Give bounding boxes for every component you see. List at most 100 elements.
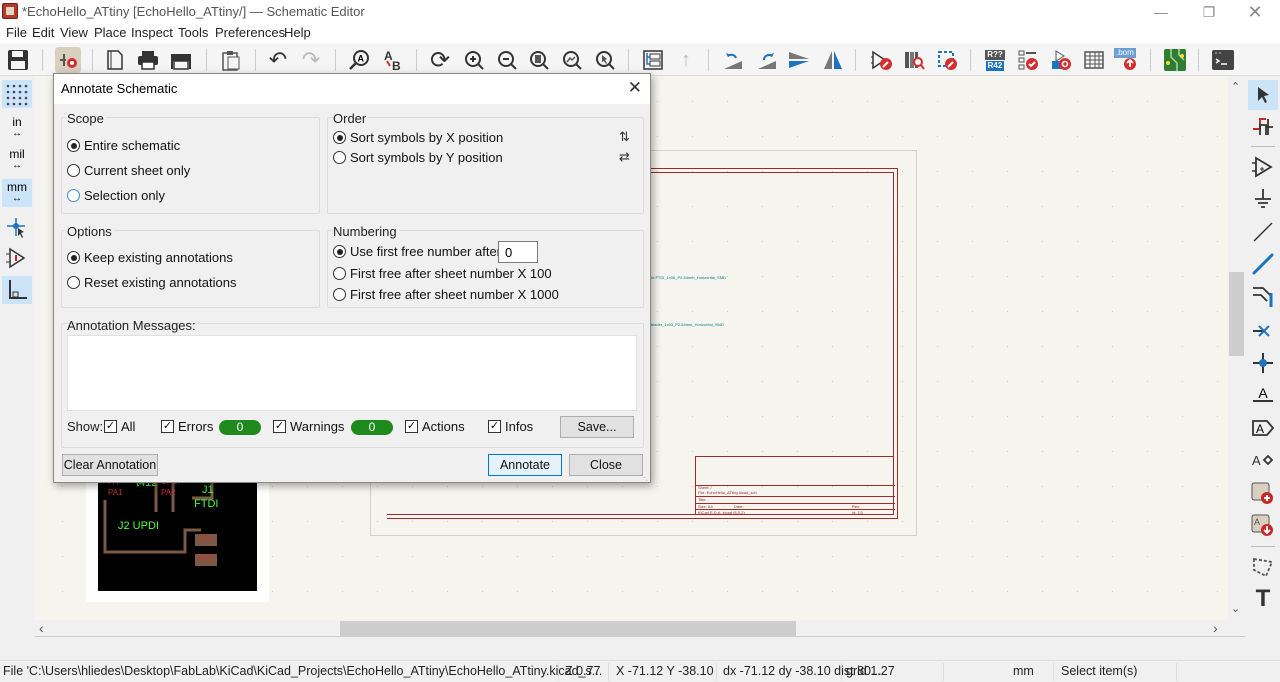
select-tool-icon[interactable] [1248,80,1278,110]
zoom-selection-icon[interactable] [592,47,618,73]
no-connect-icon[interactable] [1248,316,1278,346]
find-icon[interactable]: A [346,47,372,73]
zoom-in-icon[interactable] [461,47,487,73]
close-button[interactable]: Close [569,454,643,476]
sheet-x100-radio[interactable]: First free after sheet number X 100 [333,266,552,281]
import-sheet-pin-icon[interactable]: A [1248,511,1278,541]
symbol-editor-icon[interactable] [868,47,894,73]
footprint-assign-icon[interactable] [934,47,960,73]
scope-entire-schematic-radio[interactable]: Entire schematic [67,138,180,153]
undo-icon[interactable]: ↶ [265,47,291,73]
add-bus-icon[interactable] [1248,249,1278,279]
add-junction-icon[interactable] [1248,348,1278,378]
rotate-ccw-icon[interactable] [720,47,746,73]
clear-annotation-button[interactable]: Clear Annotation [62,454,158,476]
menu-inspect[interactable]: Inspect [131,25,173,40]
units-inch-icon[interactable]: in ↔ [2,114,32,142]
sheet-x1000-radio[interactable]: First free after sheet number X 1000 [333,287,559,302]
minimize-icon[interactable]: — [1138,2,1184,22]
menu-tools[interactable]: Tools [178,25,208,40]
mirror-horizontal-icon[interactable] [820,47,846,73]
paste-icon[interactable] [218,47,244,73]
full-crosshair-icon[interactable] [2,214,32,242]
add-wire-icon[interactable] [1248,217,1278,247]
page-settings-icon[interactable] [102,47,128,73]
pcb-preview-image[interactable]: PA7 PA1 t412 UPDI PA2 J1 FTDI J2 UPDI Rx… [86,474,269,602]
find-replace-icon[interactable]: AB [380,47,406,73]
pcb-editor-icon[interactable] [1162,47,1188,73]
zoom-out-icon[interactable] [494,47,520,73]
bus-entry-icon[interactable] [1248,282,1278,312]
menu-view[interactable]: View [60,25,88,40]
scope-selection-only-radio[interactable]: Selection only [67,188,165,203]
hidden-pins-icon[interactable] [2,244,32,272]
show-warnings-checkbox[interactable]: ✓ Warnings [273,419,344,434]
show-all-checkbox[interactable]: ✓ All [104,419,135,434]
units-mil-icon[interactable]: mil ↔ [2,146,32,174]
show-infos-checkbox[interactable]: ✓ Infos [488,419,533,434]
erc-icon[interactable] [1015,47,1041,73]
resize-grip-icon[interactable]: ⋱ [640,473,648,482]
menu-help[interactable]: Help [284,25,311,40]
add-sheet-icon[interactable] [1248,479,1278,509]
scroll-left-icon[interactable]: ‹ [39,620,44,636]
zoom-fit-icon[interactable] [526,47,552,73]
scripting-console-icon[interactable] [1210,47,1236,73]
close-window-icon[interactable]: ✕ [1232,2,1278,22]
annotate-button[interactable]: Annotate [488,454,562,476]
menu-preferences[interactable]: Preferences [215,25,285,40]
scroll-up-icon[interactable]: ⌃ [1231,80,1240,93]
dialog-close-icon[interactable]: ✕ [628,78,642,98]
sort-by-x-radio[interactable]: Sort symbols by X position [333,130,503,145]
zoom-objects-icon[interactable] [559,47,585,73]
menu-place[interactable]: Place [94,25,127,40]
rotate-cw-icon[interactable] [754,47,780,73]
mirror-vertical-icon[interactable] [786,47,812,73]
plot-icon[interactable] [168,47,194,73]
use-first-free-radio[interactable]: Use first free number after: [333,244,505,259]
dialog-titlebar[interactable]: Annotate Schematic ✕ [54,74,650,104]
sort-by-y-radio[interactable]: Sort symbols by Y position [333,150,503,165]
hierarchy-navigator-icon[interactable] [640,47,666,73]
refresh-icon[interactable]: ⟳ [427,47,453,74]
scope-current-sheet-radio[interactable]: Current sheet only [67,163,190,178]
keep-annotations-radio[interactable]: Keep existing annotations [67,250,233,265]
footprint-assign-tool-icon[interactable] [1048,47,1074,73]
vertical-scroll-thumb[interactable] [1229,272,1244,356]
print-icon[interactable] [135,47,161,73]
horizontal-scroll-thumb[interactable] [340,621,796,637]
highlight-net-icon[interactable] [1248,112,1278,142]
reset-annotations-radio[interactable]: Reset existing annotations [67,275,236,290]
add-label-icon[interactable]: A [1248,379,1278,409]
symbol-footprint-text[interactable]: Header_1x03_P2.54mm_Horizontal_SMD [649,322,724,327]
bom-table-icon[interactable] [1081,47,1107,73]
symbol-browser-icon[interactable] [901,47,927,73]
add-graphic-line-icon[interactable] [1248,552,1278,582]
save-icon[interactable] [5,47,31,73]
add-hierarchical-label-icon[interactable]: A [1248,445,1278,475]
units-mm-icon[interactable]: mm ↔ [2,179,32,207]
add-global-label-icon[interactable]: A [1248,413,1278,443]
add-symbol-icon[interactable] [1248,152,1278,182]
first-free-number-input[interactable] [498,241,538,263]
restore-icon[interactable]: ❐ [1186,2,1232,22]
add-text-icon[interactable]: T [1248,584,1278,614]
annotate-icon[interactable]: R?? R42 [982,47,1008,73]
annotation-messages-area[interactable] [67,335,637,411]
menu-file[interactable]: File [6,25,27,40]
orthogonal-wires-icon[interactable] [2,276,32,304]
add-power-icon[interactable] [1248,184,1278,214]
status-coords: X -71.12 Y -38.10 [616,664,714,678]
grid-toggle-icon[interactable] [2,80,32,108]
scroll-right-icon[interactable]: › [1213,620,1218,636]
title-block: Sheet: / File: EchoHello_ATtiny.kicad_sc… [695,456,895,515]
symbol-footprint-text[interactable]: ule:FTDI_1x06_P2.54mm_Horizontal_SMD [649,275,726,280]
menu-edit[interactable]: Edit [32,25,54,40]
status-file: File 'C:\Users\hliedes\Desktop\FabLab\Ki… [3,664,603,678]
bom-export-icon[interactable]: .bom [1113,47,1139,73]
save-messages-button[interactable]: Save... [560,416,634,438]
schematic-setup-icon[interactable] [55,47,81,73]
show-errors-checkbox[interactable]: ✓ Errors [161,419,213,434]
scroll-down-icon[interactable]: ⌄ [1231,602,1240,615]
show-actions-checkbox[interactable]: ✓ Actions [405,419,465,434]
